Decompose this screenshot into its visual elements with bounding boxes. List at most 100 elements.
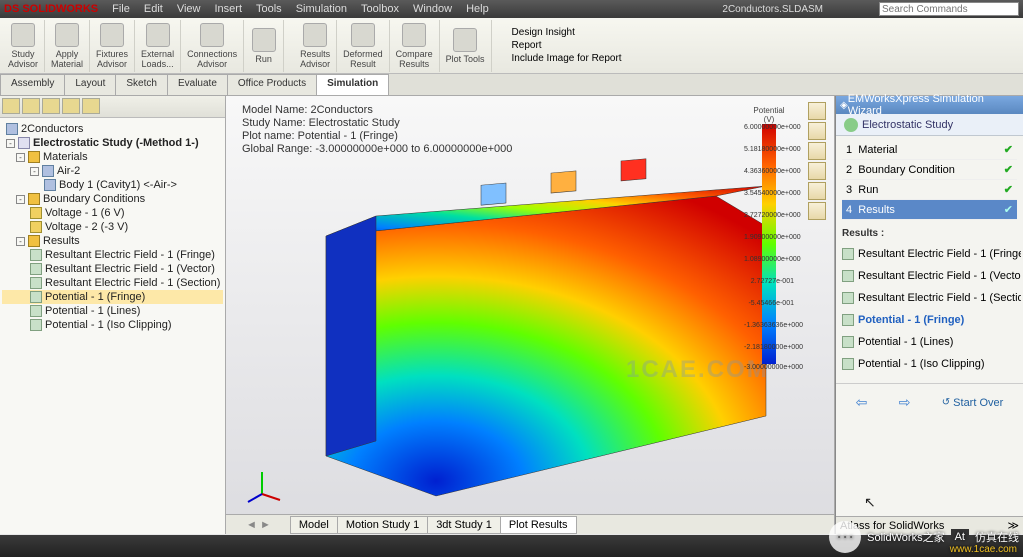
voltage-icon bbox=[30, 221, 42, 233]
tree-voltage-2[interactable]: Voltage - 2 (-3 V) bbox=[2, 220, 223, 234]
compare-results-button[interactable]: CompareResults bbox=[390, 20, 440, 72]
collapse-icon[interactable]: - bbox=[6, 139, 15, 148]
plot-tools-button[interactable]: Plot Tools bbox=[440, 20, 492, 72]
tab-simulation[interactable]: Simulation bbox=[316, 74, 389, 95]
collapse-icon[interactable]: - bbox=[16, 237, 25, 246]
fixtures-advisor-button[interactable]: FixturesAdvisor bbox=[90, 20, 135, 72]
tree-study[interactable]: -Electrostatic Study (-Method 1-) bbox=[2, 136, 223, 150]
graphics-viewport[interactable]: Model Name: 2Conductors Study Name: Elec… bbox=[226, 96, 835, 534]
document-title: 2Conductors.SLDASM bbox=[722, 4, 823, 15]
menu-insert[interactable]: Insert bbox=[208, 1, 248, 17]
menu-help[interactable]: Help bbox=[460, 1, 495, 17]
tree-result-fringe[interactable]: Resultant Electric Field - 1 (Fringe) bbox=[2, 248, 223, 262]
vt-btn-3[interactable] bbox=[808, 142, 826, 160]
result-item[interactable]: Resultant Electric Field - 1 (Vector) bbox=[838, 265, 1021, 287]
step-material[interactable]: 1 Material✔ bbox=[842, 140, 1017, 160]
tree-boundary-conditions[interactable]: -Boundary Conditions bbox=[2, 192, 223, 206]
results-list: Resultant Electric Field - 1 (Fringe) Re… bbox=[836, 243, 1023, 375]
app-logo: DS SOLIDWORKS bbox=[4, 3, 98, 15]
tab-model[interactable]: Model bbox=[290, 516, 338, 534]
tree-btn-2[interactable] bbox=[22, 98, 40, 114]
tab-evaluate[interactable]: Evaluate bbox=[167, 74, 228, 95]
tree-btn-4[interactable] bbox=[62, 98, 80, 114]
wechat-icon: ⋯ bbox=[829, 521, 861, 553]
menu-edit[interactable]: Edit bbox=[138, 1, 169, 17]
cursor-icon: ↖ bbox=[864, 494, 876, 511]
collapse-icon[interactable]: - bbox=[30, 167, 39, 176]
orientation-triad[interactable] bbox=[242, 464, 282, 504]
deformed-result-button[interactable]: DeformedResult bbox=[337, 20, 390, 72]
run-button[interactable]: Run bbox=[244, 20, 284, 72]
plot-icon bbox=[30, 291, 42, 303]
vt-btn-2[interactable] bbox=[808, 122, 826, 140]
menu-toolbox[interactable]: Toolbox bbox=[355, 1, 405, 17]
prev-button[interactable]: ⇦ bbox=[856, 394, 868, 411]
results-advisor-button[interactable]: ResultsAdvisor bbox=[294, 20, 337, 72]
tab-assembly[interactable]: Assembly bbox=[0, 74, 65, 95]
step-results[interactable]: 4 Results✔ bbox=[842, 200, 1017, 220]
result-item[interactable]: Potential - 1 (Iso Clipping) bbox=[838, 353, 1021, 375]
tree-root[interactable]: 2Conductors bbox=[2, 122, 223, 136]
tree-materials[interactable]: -Materials bbox=[2, 150, 223, 164]
result-item[interactable]: Potential - 1 (Lines) bbox=[838, 331, 1021, 353]
tree-btn-3[interactable] bbox=[42, 98, 60, 114]
menu-tools[interactable]: Tools bbox=[250, 1, 288, 17]
tree-voltage-1[interactable]: Voltage - 1 (6 V) bbox=[2, 206, 223, 220]
tab-layout[interactable]: Layout bbox=[64, 74, 116, 95]
vt-btn-1[interactable] bbox=[808, 102, 826, 120]
tab-3dt-study[interactable]: 3dt Study 1 bbox=[427, 516, 501, 534]
tab-plot-results[interactable]: Plot Results bbox=[500, 516, 577, 534]
result-item[interactable]: Resultant Electric Field - 1 (Section) bbox=[838, 287, 1021, 309]
next-button[interactable]: ⇨ bbox=[899, 394, 911, 411]
external-loads-button[interactable]: ExternalLoads... bbox=[135, 20, 181, 72]
tree-potential-lines[interactable]: Potential - 1 (Lines) bbox=[2, 304, 223, 318]
menu-view[interactable]: View bbox=[171, 1, 207, 17]
menu-simulation[interactable]: Simulation bbox=[290, 1, 353, 17]
design-insight-button[interactable]: Design Insight bbox=[512, 27, 622, 38]
tree-air[interactable]: -Air-2 bbox=[2, 164, 223, 178]
plot-icon bbox=[842, 270, 854, 282]
back-icon[interactable] bbox=[844, 118, 858, 132]
voltage-icon bbox=[30, 207, 42, 219]
tree-btn-1[interactable] bbox=[2, 98, 20, 114]
checkmark-icon: ✔ bbox=[1004, 163, 1013, 176]
step-boundary[interactable]: 2 Boundary Condition✔ bbox=[842, 160, 1017, 180]
tree-result-section[interactable]: Resultant Electric Field - 1 (Section) bbox=[2, 276, 223, 290]
folder-icon bbox=[28, 193, 40, 205]
connections-advisor-button[interactable]: ConnectionsAdvisor bbox=[181, 20, 244, 72]
start-over-button[interactable]: ↺ Start Over bbox=[942, 394, 1004, 411]
vt-btn-6[interactable] bbox=[808, 202, 826, 220]
tree-potential-iso[interactable]: Potential - 1 (Iso Clipping) bbox=[2, 318, 223, 332]
vt-btn-4[interactable] bbox=[808, 162, 826, 180]
study-icon bbox=[18, 137, 30, 149]
simulation-model[interactable] bbox=[266, 156, 786, 516]
search-input[interactable] bbox=[879, 2, 1019, 16]
apply-material-button[interactable]: ApplyMaterial bbox=[45, 20, 90, 72]
feature-tree[interactable]: 2Conductors -Electrostatic Study (-Metho… bbox=[0, 118, 225, 336]
tree-btn-5[interactable] bbox=[82, 98, 100, 114]
tree-results[interactable]: -Results bbox=[2, 234, 223, 248]
menu-file[interactable]: File bbox=[106, 1, 136, 17]
tab-office-products[interactable]: Office Products bbox=[227, 74, 317, 95]
title-bar: DS SOLIDWORKS File Edit View Insert Tool… bbox=[0, 0, 1023, 18]
step-run[interactable]: 3 Run✔ bbox=[842, 180, 1017, 200]
wizard-breadcrumb[interactable]: Electrostatic Study bbox=[836, 114, 1023, 136]
wizard-steps: 1 Material✔ 2 Boundary Condition✔ 3 Run✔… bbox=[836, 136, 1023, 224]
tree-body[interactable]: Body 1 (Cavity1) <-Air-> bbox=[2, 178, 223, 192]
collapse-icon[interactable]: - bbox=[16, 195, 25, 204]
assembly-icon bbox=[6, 123, 18, 135]
menu-window[interactable]: Window bbox=[407, 1, 458, 17]
result-item[interactable]: Resultant Electric Field - 1 (Fringe) bbox=[838, 243, 1021, 265]
report-button[interactable]: Report bbox=[512, 40, 622, 51]
study-advisor-button[interactable]: StudyAdvisor bbox=[2, 20, 45, 72]
tab-sketch[interactable]: Sketch bbox=[115, 74, 168, 95]
study-icon bbox=[11, 23, 35, 47]
tab-motion-study[interactable]: Motion Study 1 bbox=[337, 516, 428, 534]
tree-result-vector[interactable]: Resultant Electric Field - 1 (Vector) bbox=[2, 262, 223, 276]
collapse-icon[interactable]: - bbox=[16, 153, 25, 162]
vt-btn-5[interactable] bbox=[808, 182, 826, 200]
include-image-button[interactable]: Include Image for Report bbox=[512, 53, 622, 64]
checkmark-icon: ✔ bbox=[1004, 143, 1013, 156]
tree-potential-fringe[interactable]: Potential - 1 (Fringe) bbox=[2, 290, 223, 304]
result-item-selected[interactable]: Potential - 1 (Fringe) bbox=[838, 309, 1021, 331]
